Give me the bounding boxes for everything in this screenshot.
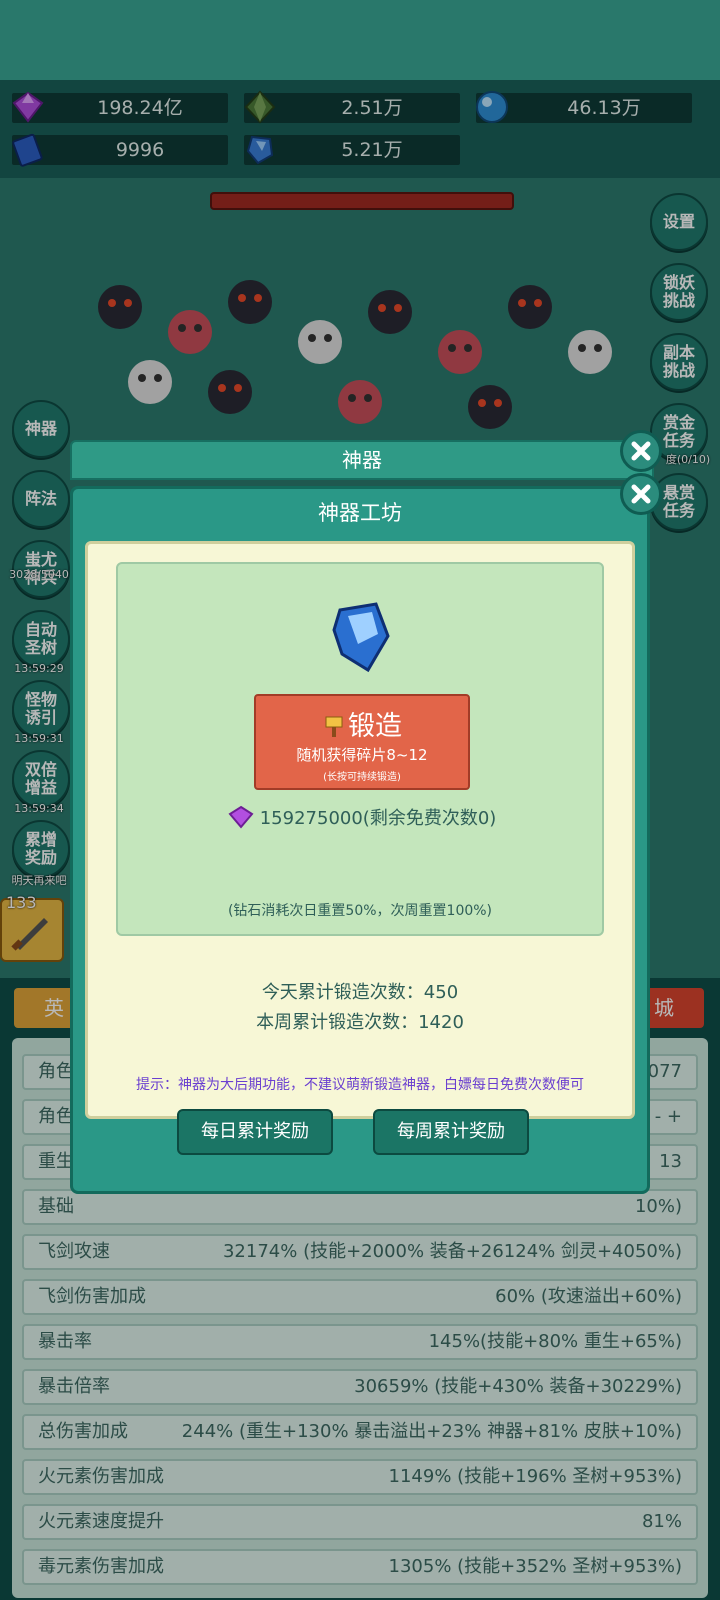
forge-button[interactable]: 锻造 随机获得碎片8~12 (长按可持续锻造) bbox=[254, 694, 470, 790]
close-icon bbox=[631, 441, 651, 461]
hammer-icon bbox=[325, 716, 343, 737]
forge-hint: (长按可持续锻造) bbox=[323, 772, 401, 783]
forge-cost-text: 159275000(剩余免费次数0) bbox=[259, 808, 497, 829]
close-artifact-button[interactable] bbox=[620, 430, 662, 472]
purple-gem-icon bbox=[228, 805, 254, 829]
forge-cost: 159275000(剩余免费次数0) bbox=[228, 804, 496, 830]
week-forge-count: 本周累计锻造次数：1420 bbox=[256, 1012, 464, 1033]
forge-button-label: 锻造 bbox=[256, 704, 468, 743]
close-forge-button[interactable] bbox=[620, 473, 662, 515]
blue-shard-icon bbox=[332, 602, 390, 673]
weekly-reward-button[interactable]: 每周累计奖励 bbox=[373, 1109, 529, 1155]
forge-description: 随机获得碎片8~12 bbox=[296, 746, 428, 764]
artifact-panel-header: 神器 bbox=[70, 440, 654, 480]
reset-note: (钻石消耗次日重置50%，次周重置100%) bbox=[227, 903, 493, 919]
forge-tip: 提示：神器为大后期功能，不建议萌新锻造神器，白嫖每日免费次数便可 bbox=[136, 1077, 584, 1093]
artifact-panel-title: 神器 bbox=[342, 448, 382, 472]
daily-reward-label: 每日累计奖励 bbox=[201, 1121, 309, 1142]
forge-label-text: 锻造 bbox=[348, 711, 402, 742]
today-forge-count: 今天累计锻造次数：450 bbox=[261, 982, 459, 1003]
forge-box: 锻造 随机获得碎片8~12 (长按可持续锻造) 159275000(剩余免费次数… bbox=[116, 562, 604, 936]
close-icon bbox=[631, 484, 651, 504]
weekly-reward-label: 每周累计奖励 bbox=[397, 1121, 505, 1142]
daily-reward-button[interactable]: 每日累计奖励 bbox=[177, 1109, 333, 1155]
forge-dialog: 神器工坊 锻造 随机获得碎片8~12 (长按可持续锻造) 159275000(剩… bbox=[70, 486, 650, 1194]
forge-content: 锻造 随机获得碎片8~12 (长按可持续锻造) 159275000(剩余免费次数… bbox=[85, 541, 635, 1119]
forge-dialog-title: 神器工坊 bbox=[318, 501, 402, 525]
